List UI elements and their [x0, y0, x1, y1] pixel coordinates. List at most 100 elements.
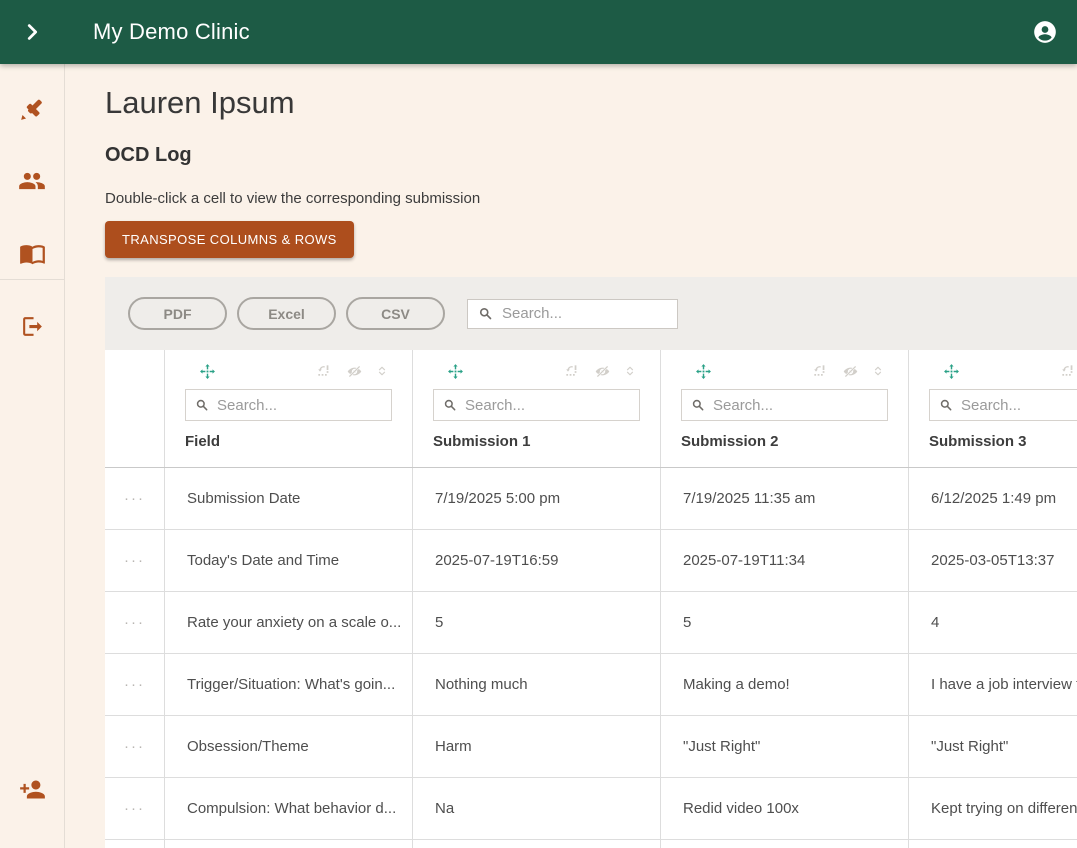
- column-tools: [413, 360, 660, 382]
- field-cell[interactable]: Trigger/Situation: What's goin...: [165, 654, 413, 715]
- value-cell[interactable]: Nothing much: [413, 654, 661, 715]
- column-move-handle[interactable]: [695, 363, 712, 380]
- export-excel-button[interactable]: Excel: [237, 297, 336, 330]
- column-header-submission-2: Submission 2: [661, 350, 909, 467]
- move-icon: [944, 363, 959, 379]
- table-row: ··· Today's Date and Time 2025-07-19T16:…: [105, 530, 1077, 592]
- sort-chevrons-icon: [874, 366, 882, 376]
- app-title: My Demo Clinic: [93, 19, 250, 44]
- search-icon: [940, 399, 952, 411]
- logout-icon: [22, 316, 42, 336]
- move-icon: [696, 363, 711, 379]
- table-search-input[interactable]: [502, 305, 667, 322]
- content-area: Lauren Ipsum OCD Log Double-click a cell…: [0, 64, 1077, 848]
- sidebar: [0, 64, 65, 848]
- sidebar-divider: [0, 279, 65, 280]
- table-row: ··· Trigger/Situation: What's goin... No…: [105, 654, 1077, 716]
- row-menu-handle[interactable]: ···: [105, 716, 165, 777]
- column-move-handle[interactable]: [943, 363, 960, 380]
- row-handle-header-cell: [105, 350, 165, 467]
- value-cell[interactable]: Na: [413, 778, 661, 839]
- column-sort-button[interactable]: [624, 363, 636, 379]
- sidebar-item-logout[interactable]: [17, 312, 47, 340]
- search-icon: [196, 399, 208, 411]
- value-cell[interactable]: 4: [909, 592, 1077, 653]
- column-move-handle[interactable]: [447, 363, 464, 380]
- column-search-input[interactable]: [713, 396, 878, 414]
- row-menu-handle[interactable]: ···: [105, 530, 165, 591]
- field-cell[interactable]: Today's Date and Time: [165, 530, 413, 591]
- transpose-button[interactable]: TRANSPOSE COLUMNS & ROWS: [105, 221, 354, 258]
- value-cell[interactable]: 2025-07-19T11:34: [661, 530, 909, 591]
- column-hide-button[interactable]: [346, 363, 363, 380]
- column-title: Submission 2: [681, 433, 779, 450]
- column-header-submission-1: Submission 1: [413, 350, 661, 467]
- design-services-icon: [21, 99, 43, 120]
- row-menu-handle[interactable]: ···: [105, 654, 165, 715]
- column-filter-history-button[interactable]: [317, 363, 333, 379]
- column-title: Submission 1: [433, 433, 531, 450]
- column-search-input[interactable]: [961, 396, 1077, 414]
- filter-history-icon: [317, 364, 330, 377]
- sidebar-item-library[interactable]: [17, 239, 47, 267]
- field-cell[interactable]: Rate your anxiety on a scale o...: [165, 592, 413, 653]
- export-pdf-button[interactable]: PDF: [128, 297, 227, 330]
- column-move-handle[interactable]: [199, 363, 216, 380]
- value-cell[interactable]: 7/19/2025 11:35 am: [661, 468, 909, 529]
- value-cell[interactable]: 7/19/2025 5:00 pm: [413, 468, 661, 529]
- field-cell[interactable]: Compulsion: What behavior d...: [165, 778, 413, 839]
- sidebar-item-add-person[interactable]: [17, 775, 47, 803]
- table-row: ··· Rate your anxiety on a scale o... 5 …: [105, 592, 1077, 654]
- submissions-table: PDF Excel CSV Search... Search... Field …: [105, 277, 1077, 848]
- column-filter-history-button[interactable]: [1061, 363, 1077, 379]
- filter-history-icon: [1061, 364, 1074, 377]
- value-cell[interactable]: 5: [413, 592, 661, 653]
- value-cell[interactable]: Harm: [413, 716, 661, 777]
- row-menu-handle[interactable]: ···: [105, 592, 165, 653]
- account-menu-button[interactable]: [1028, 15, 1062, 49]
- value-cell[interactable]: 5: [661, 592, 909, 653]
- value-cell[interactable]: 2025-03-05T13:37: [909, 530, 1077, 591]
- sidebar-item-patients[interactable]: [17, 167, 47, 195]
- move-icon: [448, 363, 463, 379]
- field-cell[interactable]: Obsession/Theme: [165, 716, 413, 777]
- table-toolbar: PDF Excel CSV: [105, 277, 1077, 350]
- column-search-input[interactable]: [217, 396, 382, 414]
- column-filter-history-button[interactable]: [813, 363, 829, 379]
- column-tools: [909, 360, 1077, 382]
- column-tools: [165, 360, 412, 382]
- value-cell[interactable]: "Just Right": [661, 716, 909, 777]
- table-row: ··· Obsession/Theme Harm "Just Right" "J…: [105, 716, 1077, 778]
- value-cell[interactable]: Making a demo!: [661, 654, 909, 715]
- sidebar-expand-button[interactable]: [0, 0, 64, 64]
- move-icon: [200, 363, 215, 379]
- table-row: ··· Submission Date 7/19/2025 5:00 pm 7/…: [105, 468, 1077, 530]
- value-cell[interactable]: 2025-07-19T16:59: [413, 530, 661, 591]
- field-cell[interactable]: Submission Date: [165, 468, 413, 529]
- column-hide-button[interactable]: [594, 363, 611, 380]
- column-tools: [661, 360, 908, 382]
- column-hide-button[interactable]: [842, 363, 859, 380]
- column-search-input[interactable]: [465, 396, 630, 414]
- value-cell[interactable]: "Just Right": [909, 716, 1077, 777]
- filter-history-icon: [565, 364, 578, 377]
- search-icon: [444, 399, 456, 411]
- value-cell[interactable]: 6/12/2025 1:49 pm: [909, 468, 1077, 529]
- export-csv-button[interactable]: CSV: [346, 297, 445, 330]
- row-menu-handle[interactable]: ···: [105, 778, 165, 839]
- eye-off-icon: [842, 364, 859, 378]
- table-search-box: [467, 298, 678, 329]
- sidebar-item-services[interactable]: [17, 95, 47, 123]
- row-menu-handle[interactable]: ···: [105, 468, 165, 529]
- value-cell[interactable]: I have a job interview t: [909, 654, 1077, 715]
- filter-history-icon: [813, 364, 826, 377]
- value-cell[interactable]: Kept trying on differen: [909, 778, 1077, 839]
- column-sort-button[interactable]: [872, 363, 884, 379]
- column-search-box: [929, 389, 1077, 421]
- column-sort-button[interactable]: [376, 363, 388, 379]
- column-filter-history-button[interactable]: [565, 363, 581, 379]
- column-search-box: [185, 389, 392, 421]
- column-header-field: Field: [165, 350, 413, 467]
- search-icon: [692, 399, 704, 411]
- value-cell[interactable]: Redid video 100x: [661, 778, 909, 839]
